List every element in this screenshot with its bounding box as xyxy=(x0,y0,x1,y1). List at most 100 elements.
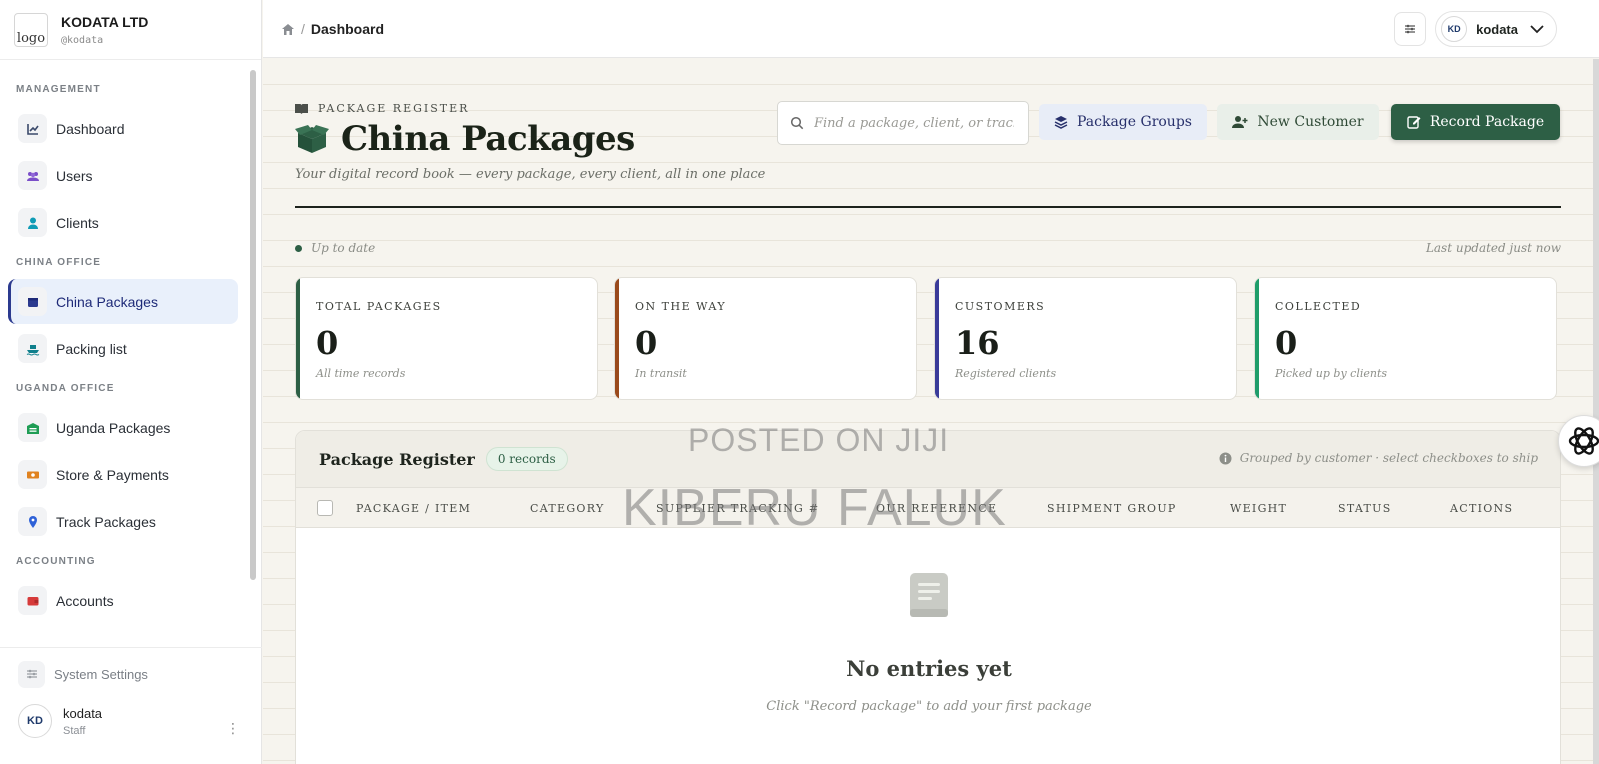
breadcrumb-separator: / xyxy=(301,20,305,37)
sliders-icon xyxy=(1405,24,1416,34)
ai-assistant-icon xyxy=(1568,427,1599,455)
users-icon xyxy=(18,161,47,190)
stat-value: 16 xyxy=(955,324,1000,362)
sliders-icon xyxy=(18,660,45,688)
section-management: MANAGEMENT xyxy=(16,84,101,95)
col-supplier-tracking[interactable]: SUPPLIER TRACKING # xyxy=(656,502,819,515)
new-customer-button[interactable]: New Customer xyxy=(1217,104,1379,140)
stat-label: CUSTOMERS xyxy=(955,300,1046,313)
section-china-office: CHINA OFFICE xyxy=(16,257,102,268)
record-package-label: Record Package xyxy=(1429,114,1545,130)
sidebar-item-label: Clients xyxy=(56,214,99,231)
sidebar-scrollbar[interactable] xyxy=(250,70,256,580)
sidebar-item-clients[interactable]: Clients xyxy=(8,200,238,245)
settings-toggle-button[interactable] xyxy=(1394,12,1427,46)
brand-handle: @kodata xyxy=(61,34,104,46)
record-package-button[interactable]: Record Package xyxy=(1391,104,1560,140)
sidebar-item-label: Uganda Packages xyxy=(56,419,171,436)
layers-icon xyxy=(1054,116,1068,129)
package-groups-label: Package Groups xyxy=(1077,114,1192,130)
chevron-down-icon xyxy=(1530,25,1544,34)
sidebar-item-label: Track Packages xyxy=(56,513,156,530)
register-note: Grouped by customer · select checkboxes … xyxy=(1219,451,1538,465)
col-package-item[interactable]: PACKAGE / ITEM xyxy=(356,502,471,515)
edit-icon xyxy=(1407,116,1421,129)
stat-label: TOTAL PACKAGES xyxy=(316,300,442,313)
section-uganda-office: UGANDA OFFICE xyxy=(16,383,115,394)
sidebar-item-store-payments[interactable]: Store & Payments xyxy=(8,452,238,497)
sidebar-item-users[interactable]: Users xyxy=(8,153,238,198)
sidebar-item-uganda-packages[interactable]: Uganda Packages xyxy=(8,405,238,450)
package-register: Package Register 0 records Grouped by cu… xyxy=(295,430,1561,764)
select-all-checkbox[interactable] xyxy=(317,500,333,516)
stat-caption: In transit xyxy=(635,367,687,380)
sidebar-item-track-packages[interactable]: Track Packages xyxy=(8,499,238,544)
status-dot-icon xyxy=(295,244,302,252)
book-icon xyxy=(910,573,948,617)
sidebar: logo KODATA LTD @kodata MANAGEMENT Dashb… xyxy=(0,0,262,764)
user-name: kodata xyxy=(1476,21,1518,37)
more-options-icon[interactable]: ⋮ xyxy=(226,720,240,737)
col-our-reference[interactable]: OUR REFERENCE xyxy=(876,502,997,515)
package-groups-button[interactable]: Package Groups xyxy=(1039,104,1207,140)
stat-value: 0 xyxy=(1275,324,1298,362)
sidebar-footer: System Settings KD kodata Staff ⋮ xyxy=(0,647,262,764)
eyebrow-text: PACKAGE REGISTER xyxy=(318,102,470,115)
brand-name: KODATA LTD xyxy=(61,13,149,30)
sidebar-item-dashboard[interactable]: Dashboard xyxy=(8,106,238,151)
book-open-icon xyxy=(295,104,308,114)
page-eyebrow: PACKAGE REGISTER xyxy=(295,102,469,115)
stat-caption: Registered clients xyxy=(955,367,1057,380)
sidebar-item-china-packages[interactable]: China Packages xyxy=(8,279,238,324)
stat-caption: Picked up by clients xyxy=(1275,367,1388,380)
topbar: / Dashboard KD kodata xyxy=(263,0,1599,58)
box-icon xyxy=(18,287,47,316)
register-title: Package Register xyxy=(319,449,475,469)
register-header: Package Register 0 records Grouped by cu… xyxy=(296,431,1560,488)
last-updated-text: Last updated just now xyxy=(1425,241,1561,255)
status-row: Up to date Last updated just now xyxy=(295,241,1561,255)
sidebar-nav: MANAGEMENT Dashboard Users Clients CHINA… xyxy=(0,60,262,646)
sidebar-item-label: Store & Payments xyxy=(56,466,169,483)
avatar: KD xyxy=(18,704,52,738)
sidebar-item-label: Dashboard xyxy=(56,120,125,137)
col-category[interactable]: CATEGORY xyxy=(530,502,605,515)
sidebar-item-label: Accounts xyxy=(56,592,114,609)
page-title-text: China Packages xyxy=(341,119,635,159)
user-icon xyxy=(18,208,47,237)
wallet-icon xyxy=(18,586,47,615)
stat-label: ON THE WAY xyxy=(635,300,727,313)
search-box[interactable] xyxy=(777,101,1029,145)
table-header: PACKAGE / ITEM CATEGORY SUPPLIER TRACKIN… xyxy=(296,488,1560,528)
user-name: kodata xyxy=(63,705,103,721)
user-role: Staff xyxy=(63,724,86,737)
system-settings-link[interactable]: System Settings xyxy=(0,656,262,692)
stat-accent-bar xyxy=(296,278,300,399)
sidebar-user[interactable]: KD kodata Staff xyxy=(0,704,262,738)
register-note-text: Grouped by customer · select checkboxes … xyxy=(1239,451,1538,465)
search-input[interactable] xyxy=(814,115,1014,131)
stat-accent-bar xyxy=(1255,278,1259,399)
user-menu-button[interactable]: KD kodata xyxy=(1435,11,1557,47)
stat-value: 0 xyxy=(635,324,658,362)
stat-card-collected: COLLECTED 0 Picked up by clients xyxy=(1254,277,1557,400)
page-scrollbar[interactable] xyxy=(1593,59,1599,764)
stat-accent-bar xyxy=(615,278,619,399)
user-plus-icon xyxy=(1232,116,1248,128)
sidebar-item-accounts[interactable]: Accounts xyxy=(8,578,238,623)
col-shipment-group[interactable]: SHIPMENT GROUP xyxy=(1047,502,1177,515)
map-pin-icon xyxy=(18,507,47,536)
stat-card-customers: CUSTOMERS 16 Registered clients xyxy=(934,277,1237,400)
stat-accent-bar xyxy=(935,278,939,399)
sidebar-item-packing-list[interactable]: Packing list xyxy=(8,326,238,371)
records-count-badge: 0 records xyxy=(485,447,568,471)
col-status[interactable]: STATUS xyxy=(1338,502,1392,515)
home-icon[interactable] xyxy=(281,22,295,36)
stat-value: 0 xyxy=(316,324,339,362)
col-weight[interactable]: WEIGHT xyxy=(1230,502,1287,515)
avatar: KD xyxy=(1441,16,1468,42)
sidebar-item-label: Users xyxy=(56,167,93,184)
sidebar-item-label: China Packages xyxy=(56,293,158,310)
breadcrumb-current[interactable]: Dashboard xyxy=(311,21,384,37)
money-icon xyxy=(18,460,47,489)
